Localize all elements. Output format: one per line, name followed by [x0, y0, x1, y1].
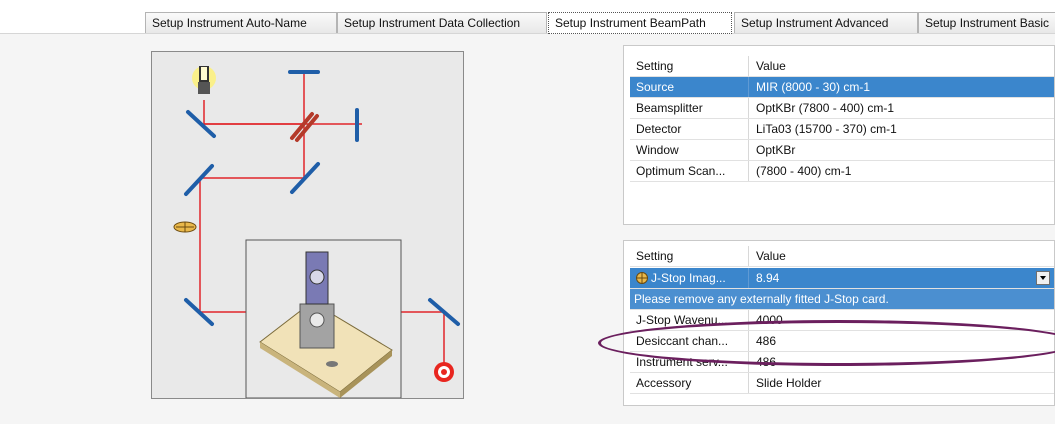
header-value: Value [756, 249, 786, 263]
table-row[interactable]: Beamsplitter OptKBr (7800 - 400) cm-1 [630, 98, 1054, 119]
value-cell: (7800 - 400) cm-1 [756, 164, 852, 178]
tab-basic[interactable]: Setup Instrument Basic [918, 12, 1055, 33]
annotation-highlight-oval [598, 320, 1055, 366]
beampath-schematic [173, 66, 460, 398]
value-cell: MIR (8000 - 30) cm-1 [756, 80, 871, 94]
setting-cell: Optimum Scan... [636, 164, 726, 178]
tab-auto-name[interactable]: Setup Instrument Auto-Name [145, 12, 337, 33]
grid-header: Setting Value [630, 246, 1054, 267]
setting-cell: Window [636, 143, 679, 157]
jstop-value-select[interactable]: 8.94 [756, 268, 1050, 289]
tab-beampath[interactable]: Setup Instrument BeamPath [548, 12, 732, 34]
jstop-message-row: Please remove any externally fitted J-St… [630, 289, 1054, 310]
tab-strip: Setup Instrument Auto-Name Setup Instrum… [145, 12, 1055, 34]
header-setting: Setting [636, 59, 674, 73]
beampath-diagram [151, 51, 464, 399]
table-row[interactable]: Window OptKBr [630, 140, 1054, 161]
setting-label: J-Stop Imag... [651, 271, 726, 285]
setting-cell: Accessory [636, 376, 692, 390]
value-cell: LiTa03 (15700 - 370) cm-1 [756, 122, 897, 136]
value-cell: Slide Holder [756, 376, 822, 390]
value-cell: OptKBr (7800 - 400) cm-1 [756, 101, 895, 115]
value-cell: OptKBr [756, 143, 796, 157]
table-row[interactable]: Detector LiTa03 (15700 - 370) cm-1 [630, 119, 1054, 140]
setting-cell: Detector [636, 122, 682, 136]
jstop-message: Please remove any externally fitted J-St… [634, 292, 889, 306]
tab-advanced[interactable]: Setup Instrument Advanced [734, 12, 918, 33]
table-row[interactable]: Source MIR (8000 - 30) cm-1 [630, 77, 1054, 98]
setting-cell: Beamsplitter [636, 101, 703, 115]
table-row[interactable]: Optimum Scan... (7800 - 400) cm-1 [630, 161, 1054, 182]
beampath-settings-grid: Setting Value Source MIR (8000 - 30) cm-… [623, 45, 1055, 225]
table-row[interactable]: Accessory Slide Holder [630, 373, 1054, 394]
aperture-wheel-icon [636, 272, 648, 284]
grid-header: Setting Value [630, 56, 1054, 77]
source-lamp-icon [192, 66, 216, 94]
table-row[interactable]: J-Stop Imag... 8.94 [630, 268, 1054, 289]
tab-data-collection[interactable]: Setup Instrument Data Collection [337, 12, 547, 33]
header-value: Value [756, 59, 786, 73]
chevron-down-icon[interactable] [1036, 271, 1050, 285]
setting-cell: Source [636, 80, 675, 94]
aperture-wheel-icon [173, 221, 197, 233]
setting-cell: J-Stop Imag... [636, 268, 744, 289]
header-setting: Setting [636, 249, 674, 263]
detector-icon [434, 362, 454, 382]
